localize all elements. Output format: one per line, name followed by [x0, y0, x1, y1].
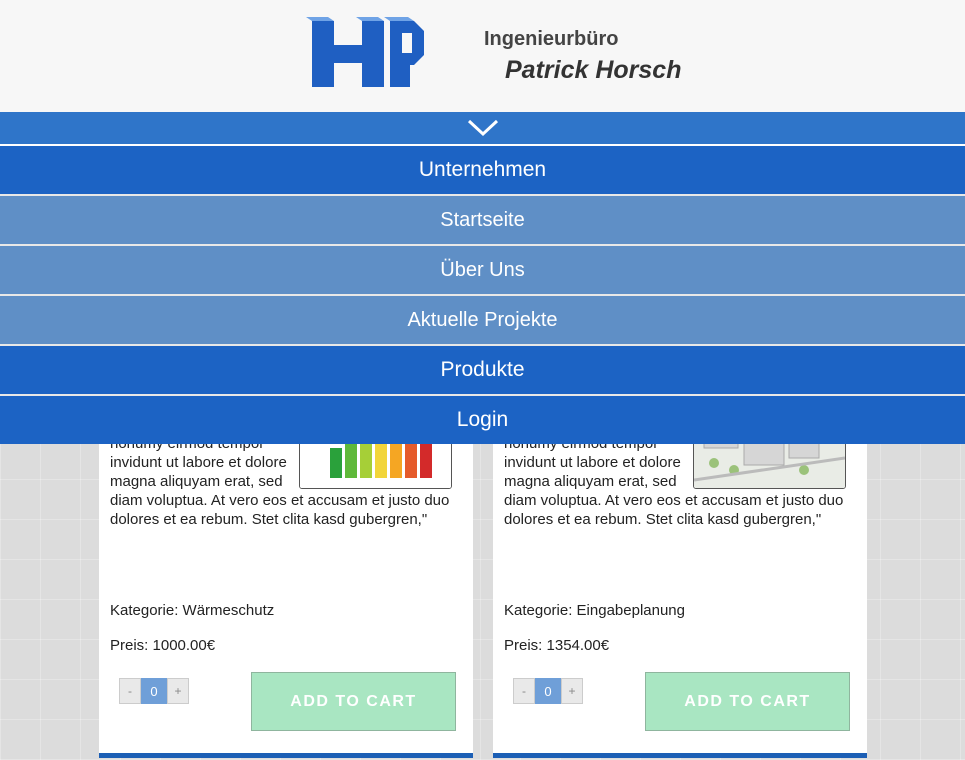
chevron-down-icon — [467, 119, 498, 137]
product-category: Kategorie: Eingabeplanung — [504, 602, 685, 619]
nav-item-startseite[interactable]: Startseite — [0, 196, 965, 246]
nav-item-produkte[interactable]: Produkte — [0, 346, 965, 396]
quantity-stepper: - 0 + — [119, 678, 189, 704]
company-type: Ingenieurbüro — [484, 28, 619, 50]
product-price: Preis: 1354.00€ — [504, 637, 610, 654]
increment-button[interactable]: + — [167, 678, 189, 704]
nav-item-unternehmen[interactable]: Unternehmen — [0, 146, 965, 196]
site-header: Ingenieurbüro Patrick Horsch — [0, 0, 965, 112]
menu-toggle-button[interactable] — [0, 112, 965, 146]
hp-logo[interactable] — [302, 15, 428, 93]
nav-item-login[interactable]: Login — [0, 396, 965, 444]
nav-item-aktuelle-projekte[interactable]: Aktuelle Projekte — [0, 296, 965, 346]
quantity-stepper: - 0 + — [513, 678, 583, 704]
decrement-button[interactable]: - — [119, 678, 141, 704]
quantity-value[interactable]: 0 — [141, 678, 167, 704]
product-price: Preis: 1000.00€ — [110, 637, 216, 654]
add-to-cart-button[interactable]: ADD TO CART — [251, 672, 456, 731]
decrement-button[interactable]: - — [513, 678, 535, 704]
main-navigation-menu: Unternehmen Startseite Über Uns Aktuelle… — [0, 112, 965, 444]
company-name: Patrick Horsch — [505, 56, 682, 84]
quantity-value[interactable]: 0 — [535, 678, 561, 704]
nav-item-ueber-uns[interactable]: Über Uns — [0, 246, 965, 296]
product-category: Kategorie: Wärmeschutz — [110, 602, 275, 619]
add-to-cart-button[interactable]: ADD TO CART — [645, 672, 850, 731]
increment-button[interactable]: + — [561, 678, 583, 704]
